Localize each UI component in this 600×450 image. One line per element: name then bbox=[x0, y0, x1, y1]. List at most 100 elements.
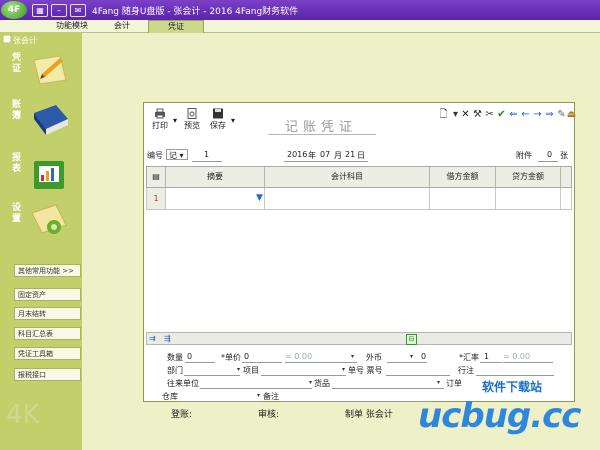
tab-voucher[interactable]: 凭证 bbox=[148, 20, 204, 33]
date-underline bbox=[284, 161, 368, 162]
tax-interface-button[interactable]: 报税接口 bbox=[14, 368, 81, 381]
bank-note-field[interactable] bbox=[476, 375, 554, 376]
delete-icon[interactable]: ✕ bbox=[460, 109, 471, 120]
book-icon[interactable] bbox=[30, 103, 70, 137]
exit-icon[interactable]: ⏏ bbox=[566, 109, 577, 120]
summary-cell[interactable] bbox=[166, 188, 265, 209]
date-month-unit: 月 bbox=[334, 151, 342, 160]
balance-indicator-icon[interactable]: ⊟ bbox=[406, 334, 417, 345]
unit-price-field[interactable]: 0 bbox=[244, 352, 249, 361]
project-label: 项目 bbox=[243, 366, 259, 375]
nav-label-voucher[interactable]: 凭证 bbox=[12, 53, 24, 75]
credit-cell[interactable] bbox=[496, 188, 561, 209]
bill-number-field[interactable] bbox=[386, 375, 450, 376]
prev-icon[interactable]: ← bbox=[520, 109, 531, 120]
pencil-paper-icon[interactable] bbox=[30, 52, 70, 86]
preview-button[interactable]: 预览 bbox=[181, 108, 203, 131]
first-icon[interactable]: ⇐ bbox=[508, 109, 519, 120]
project-field[interactable] bbox=[261, 375, 346, 376]
gear-folder-icon[interactable] bbox=[30, 203, 70, 237]
column-credit: 贷方金额 bbox=[496, 167, 561, 187]
voucher-toolbox-button[interactable]: 凭证工具箱 bbox=[14, 347, 81, 360]
currency-dropdown-icon[interactable]: ▾ bbox=[351, 353, 354, 360]
account-cell[interactable] bbox=[265, 188, 430, 209]
tools-icon[interactable]: ⚒ bbox=[472, 109, 483, 120]
insert-row-icon[interactable]: ⇉ bbox=[149, 334, 156, 343]
fixed-assets-button[interactable]: 固定资产 bbox=[14, 288, 81, 301]
entry-grid-header: ▤ 摘要 会计科目 借方金额 贷方金额 bbox=[146, 166, 572, 188]
reviewed-by: 审核: bbox=[258, 410, 280, 420]
date-day[interactable]: 21 bbox=[345, 150, 355, 159]
number-label: 编号 bbox=[147, 151, 163, 160]
exchange-rate-field[interactable]: 1 bbox=[484, 352, 489, 361]
tab-accounting[interactable]: 会计 bbox=[96, 20, 148, 32]
delete-row-icon[interactable]: ⇶ bbox=[164, 334, 171, 343]
nav-label-reports[interactable]: 报表 bbox=[12, 153, 24, 175]
contact-field[interactable] bbox=[200, 388, 312, 389]
amount-field: = 0.00 bbox=[285, 352, 313, 361]
contact-dropdown-icon[interactable]: ▾ bbox=[309, 379, 312, 386]
date-year-unit: 年 bbox=[308, 151, 316, 160]
debit-cell[interactable] bbox=[430, 188, 496, 209]
currency-select-icon[interactable]: ▾ bbox=[410, 353, 413, 360]
warehouse-dropdown-icon[interactable]: ▾ bbox=[257, 392, 260, 399]
nav-label-settings[interactable]: 设置 bbox=[12, 203, 24, 225]
quantity-field[interactable]: 0 bbox=[187, 352, 192, 361]
warehouse-label: 仓库 bbox=[162, 392, 178, 401]
minimize-icon[interactable]: – bbox=[51, 4, 67, 17]
print-dropdown-icon[interactable]: ▾ bbox=[173, 116, 177, 125]
exchange-amount: = 0.00 bbox=[503, 352, 531, 361]
check-icon[interactable]: ✔ bbox=[496, 109, 507, 120]
number-type-select[interactable]: 记 ▾ bbox=[166, 149, 188, 160]
table-row[interactable]: 1 ▼ bbox=[146, 188, 572, 210]
summary-dropdown-icon[interactable]: ▼ bbox=[256, 193, 263, 203]
site-watermark: 软件下载站 bbox=[482, 380, 543, 394]
attachment-underline bbox=[538, 161, 558, 162]
last-icon[interactable]: ⇒ bbox=[544, 109, 555, 120]
bill-number-label: 单号 票号 bbox=[348, 366, 383, 375]
save-button[interactable]: 保存 bbox=[207, 108, 229, 131]
attachment-count[interactable]: 0 bbox=[547, 150, 552, 159]
date-year[interactable]: 2016 bbox=[287, 150, 307, 159]
date-day-unit: 日 bbox=[357, 151, 365, 160]
preview-icon bbox=[186, 108, 198, 119]
mail-icon[interactable]: ✉ bbox=[70, 4, 86, 17]
exchange-underline bbox=[480, 362, 502, 363]
grid-corner-icon[interactable]: ▤ bbox=[147, 167, 166, 187]
currency-field[interactable]: 0 bbox=[421, 352, 426, 361]
sidebar bbox=[0, 32, 82, 450]
currency-label: 外币 bbox=[366, 353, 382, 362]
grid-footer: ⇉ ⇶ ⊟ bbox=[146, 332, 572, 345]
print-button[interactable]: 打印 bbox=[149, 108, 171, 131]
account-summary-button[interactable]: 科目汇总表 bbox=[14, 327, 81, 340]
window-icon[interactable]: ▦ bbox=[32, 4, 48, 17]
project-dropdown-icon[interactable]: ▾ bbox=[342, 366, 345, 373]
chart-report-icon[interactable] bbox=[30, 157, 70, 191]
voucher-title-underline bbox=[268, 134, 376, 135]
next-icon[interactable]: → bbox=[532, 109, 543, 120]
bank-note-label: 行注 bbox=[458, 366, 474, 375]
brand-watermark: ucbug.cc bbox=[418, 396, 581, 436]
title-bar: 4F ▦ – ✉ 4Fang 随身U盘版 - 张会计 - 2016 4Fang财… bbox=[0, 0, 600, 20]
date-month[interactable]: 07 bbox=[320, 150, 330, 159]
department-dropdown-icon[interactable]: ▾ bbox=[237, 366, 240, 373]
window-title: 4Fang 随身U盘版 - 张会计 - 2016 4Fang财务软件 bbox=[92, 7, 299, 17]
column-account: 会计科目 bbox=[265, 167, 430, 187]
department-field[interactable] bbox=[184, 375, 240, 376]
posted-by: 登账: bbox=[171, 410, 193, 420]
month-end-button[interactable]: 月末结转 bbox=[14, 307, 81, 320]
department-label: 部门 bbox=[167, 366, 183, 375]
more-functions-button[interactable]: 其他常用功能 >> bbox=[14, 264, 81, 277]
save-dropdown-icon[interactable]: ▾ bbox=[231, 116, 235, 125]
printer-icon bbox=[154, 108, 166, 119]
warehouse-field[interactable] bbox=[180, 401, 260, 402]
column-summary: 摘要 bbox=[166, 167, 265, 187]
goods-field[interactable] bbox=[332, 388, 444, 389]
nav-label-books[interactable]: 账簿 bbox=[12, 100, 24, 122]
voucher-number[interactable]: 1 bbox=[204, 150, 209, 159]
goods-dropdown-icon[interactable]: ▾ bbox=[437, 379, 440, 386]
menu-function-module[interactable]: 功能模块 bbox=[40, 20, 104, 32]
note-field[interactable] bbox=[281, 401, 431, 402]
scissors-icon[interactable]: ✂ bbox=[484, 109, 495, 120]
new-doc-icon[interactable]: 🗋 bbox=[438, 109, 449, 120]
